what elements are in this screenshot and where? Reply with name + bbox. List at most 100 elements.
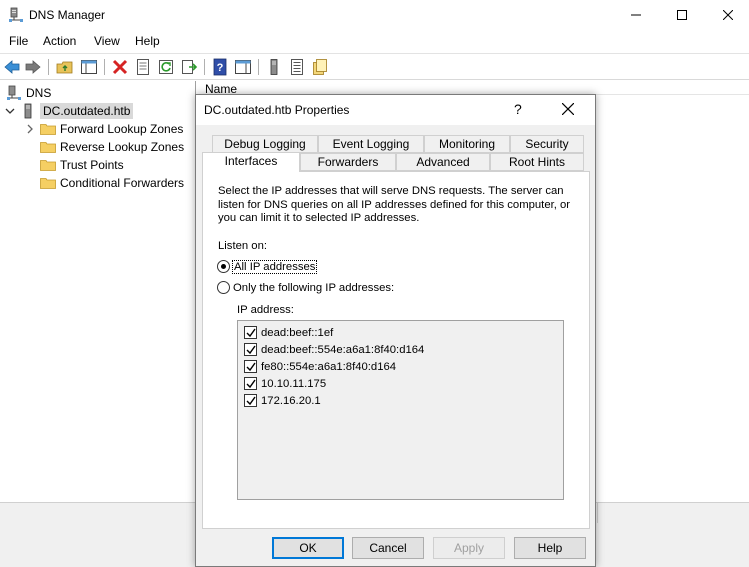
delete-icon[interactable] [111,58,129,76]
radio-all-ip-addresses[interactable]: All IP addresses [217,259,318,274]
checkbox-checked[interactable] [244,360,257,373]
close-icon [723,10,733,20]
tab-monitoring[interactable]: Monitoring [424,135,510,153]
export-list-icon[interactable] [180,58,198,76]
menu-help[interactable]: Help [135,34,160,48]
help-book-icon[interactable]: ? [211,58,229,76]
maximize-icon [677,10,687,20]
toolbar: ? [0,53,749,80]
dialog-help-button[interactable]: ? [514,101,522,117]
ok-button[interactable]: OK [272,537,344,559]
tab-control: Debug Logging Event Logging Monitoring S… [202,133,590,529]
dialog-title-bar: DC.outdated.htb Properties ? [196,95,595,125]
window-title: DNS Manager [29,8,106,22]
ip-address-value: 10.10.11.175 [261,377,327,390]
tree-node-server[interactable]: DC.outdated.htb [4,102,134,120]
close-button[interactable] [705,0,749,30]
tab-root-hints[interactable]: Root Hints [490,153,584,171]
menu-file[interactable]: File [9,34,28,48]
tab-interfaces[interactable]: Interfaces [202,152,300,172]
tree-node-conditional-forwarders[interactable]: Conditional Forwarders [40,174,184,192]
checkbox-checked[interactable] [244,377,257,390]
dns-manager-icon [9,7,23,22]
check-icon [246,328,256,337]
check-icon [246,379,256,388]
tab-forwarders[interactable]: Forwarders [300,153,396,171]
maximize-button[interactable] [659,0,705,30]
column-header-name[interactable]: Name [197,81,749,96]
ip-address-label: IP address: [237,304,294,316]
toolbar-separator [48,59,49,75]
minimize-icon [631,14,641,16]
radio-button-checked[interactable] [217,260,230,273]
properties-icon[interactable] [134,58,152,76]
tree-label-reverse-lookup-zones: Reverse Lookup Zones [60,140,185,154]
tree-label-dns: DNS [26,86,52,100]
ip-address-value: dead:beef::1ef [261,326,334,339]
list-item[interactable]: 172.16.20.1 [244,392,321,409]
folder-icon [40,124,56,135]
tree-node-forward-lookup-zones[interactable]: Forward Lookup Zones [24,120,183,138]
checkbox-checked[interactable] [244,343,257,356]
help-button[interactable]: Help [514,537,586,559]
up-folder-icon[interactable] [56,58,74,76]
dns-icon [7,85,21,100]
check-icon [246,362,256,371]
back-arrow-icon[interactable] [3,58,21,76]
tab-event-logging[interactable]: Event Logging [318,135,424,153]
tree-node-trust-points[interactable]: Trust Points [40,156,124,174]
radio-button-unchecked[interactable] [217,281,230,294]
refresh-icon[interactable] [157,58,175,76]
tree-node-dns[interactable]: DNS [6,84,51,102]
folder-icon [40,160,56,171]
title-bar: DNS Manager [0,0,749,30]
radio-only-following[interactable]: Only the following IP addresses: [217,281,394,294]
action-pane-icon[interactable] [234,58,252,76]
tree-label-forward-lookup-zones: Forward Lookup Zones [60,122,184,136]
console-tree: DNS DC.outdated.htb Forward Lookup Zones… [0,81,196,501]
new-zone-icon[interactable] [311,58,329,76]
status-segment [597,503,598,523]
svg-text:?: ? [217,62,224,74]
interfaces-description: Select the IP addresses that will serve … [218,185,571,224]
toolbar-separator [258,59,259,75]
server-icon[interactable] [265,58,283,76]
properties-dialog: DC.outdated.htb Properties ? Debug Loggi… [195,94,596,567]
tab-security[interactable]: Security [510,135,584,153]
radio-all-label: All IP addresses [231,259,318,274]
list-item[interactable]: fe80::554e:a6a1:8f40:d164 [244,358,396,375]
list-item[interactable]: 10.10.11.175 [244,375,326,392]
minimize-button[interactable] [613,0,659,30]
interfaces-panel: Select the IP addresses that will serve … [202,171,590,529]
list-item[interactable]: dead:beef::1ef [244,324,333,341]
check-icon [246,396,256,405]
forward-arrow-icon[interactable] [24,58,42,76]
tab-advanced[interactable]: Advanced [396,153,490,171]
chevron-right-icon[interactable] [24,123,36,135]
ip-address-value: 172.16.20.1 [261,394,321,407]
tree-label-conditional-forwarders: Conditional Forwarders [60,176,185,190]
toolbar-separator [104,59,105,75]
list-item[interactable]: dead:beef::554e:a6a1:8f40:d164 [244,341,424,358]
tree-node-reverse-lookup-zones[interactable]: Reverse Lookup Zones [40,138,184,156]
menu-view[interactable]: View [94,34,120,48]
cancel-button[interactable]: Cancel [352,537,424,559]
ip-address-value: dead:beef::554e:a6a1:8f40:d164 [261,343,425,356]
listen-on-label: Listen on: [218,240,267,252]
tree-label-trust-points: Trust Points [60,158,124,172]
apply-button[interactable]: Apply [433,537,505,559]
menu-bar: File Action View Help [0,31,749,52]
zone-list-icon[interactable] [288,58,306,76]
checkbox-checked[interactable] [244,394,257,407]
folder-icon [40,178,56,189]
radio-only-label: Only the following IP addresses: [233,281,395,294]
tab-debug-logging[interactable]: Debug Logging [212,135,318,153]
dialog-close-icon[interactable] [562,103,574,115]
chevron-down-icon[interactable] [4,105,16,117]
menu-action[interactable]: Action [43,34,76,48]
show-hide-tree-icon[interactable] [80,58,98,76]
status-segment [0,503,196,523]
checkbox-checked[interactable] [244,326,257,339]
server-icon [24,103,32,119]
folder-icon [40,142,56,153]
